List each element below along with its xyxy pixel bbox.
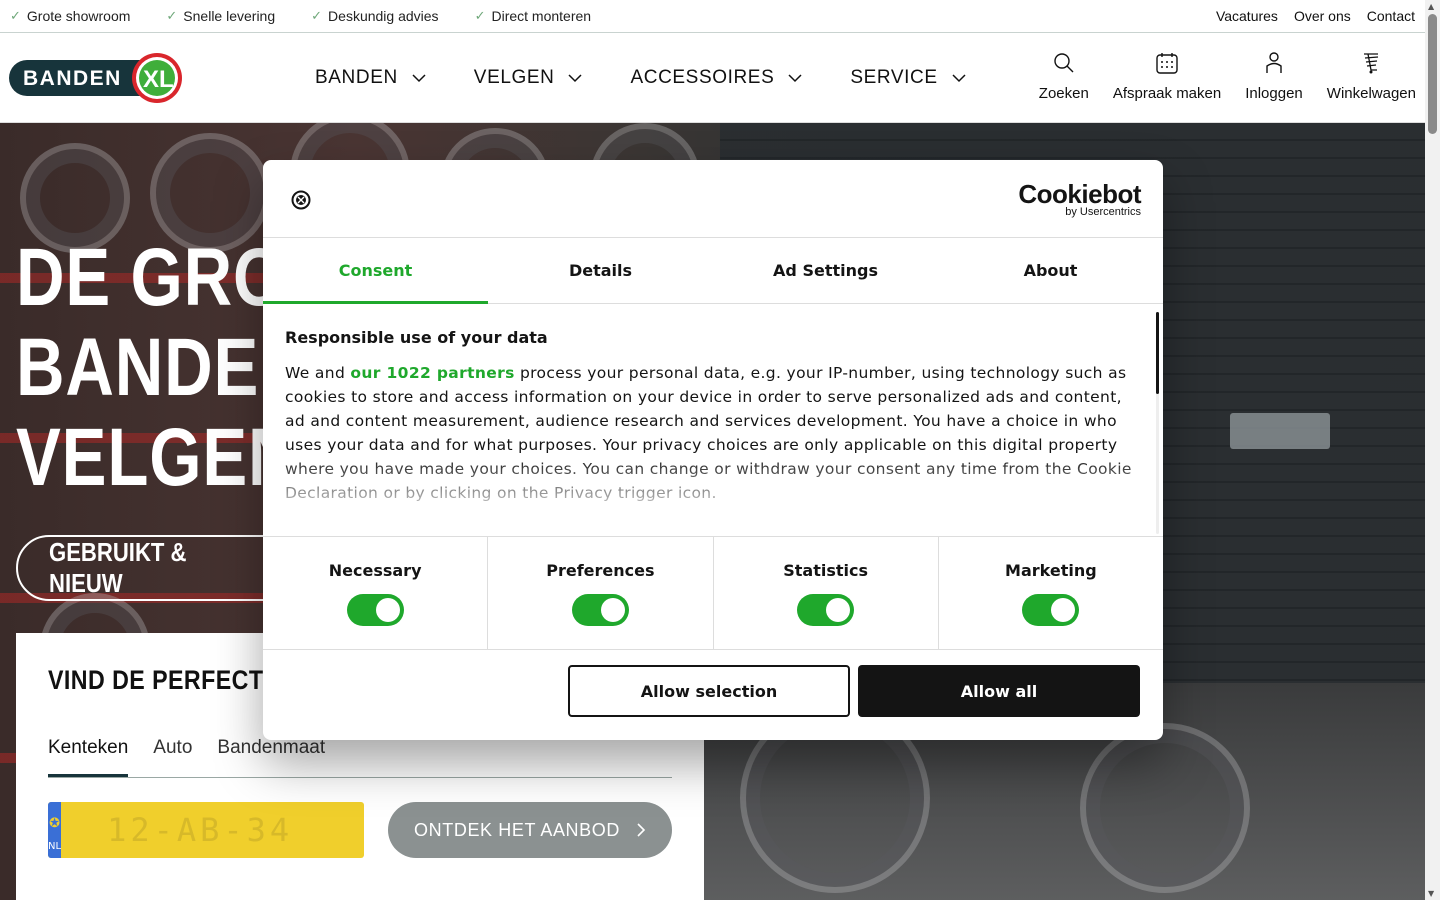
hero-title: DE GRO BANDE VELGEN xyxy=(16,232,298,503)
door-window xyxy=(1230,413,1330,449)
banden-xl-logo[interactable]: BANDEN XL xyxy=(9,52,185,104)
page-scrollbar-thumb[interactable] xyxy=(1428,14,1437,134)
chevron-down-icon xyxy=(788,73,802,82)
contact-link[interactable]: Contact xyxy=(1367,8,1415,24)
consent-body: Responsible use of your data We and our … xyxy=(263,304,1163,536)
tab-about[interactable]: About xyxy=(938,238,1163,303)
license-plate-input[interactable] xyxy=(61,802,364,858)
search-icon xyxy=(1054,53,1074,73)
nav-service[interactable]: SERVICE xyxy=(850,67,966,89)
usp-item: ✓ Snelle levering xyxy=(166,8,276,24)
discover-offer-button[interactable]: ONTDEK HET AANBOD xyxy=(388,802,672,858)
tab-details[interactable]: Details xyxy=(488,238,713,303)
scroll-up-icon[interactable]: ▲ xyxy=(1428,2,1434,11)
vacatures-link[interactable]: Vacatures xyxy=(1216,8,1278,24)
over-ons-link[interactable]: Over ons xyxy=(1294,8,1351,24)
necessary-switch[interactable] xyxy=(346,593,404,626)
tab-kenteken[interactable]: Kenteken xyxy=(48,737,129,777)
svg-text:XL: XL xyxy=(143,66,174,93)
dialog-header: Cookiebot by Usercentrics xyxy=(263,160,1163,238)
toggle-necessary: Necessary xyxy=(263,537,489,649)
license-plate-field[interactable]: ✪ NL xyxy=(48,802,364,858)
check-icon: ✓ xyxy=(474,8,486,23)
toggle-statistics: Statistics xyxy=(714,537,939,649)
consent-heading: Responsible use of your data xyxy=(285,328,548,347)
check-icon: ✓ xyxy=(311,8,323,23)
usp-item: ✓ Grote showroom xyxy=(10,8,131,24)
login-button[interactable]: Inloggen xyxy=(1245,51,1303,102)
dialog-actions: Allow selection Allow all xyxy=(568,665,1140,717)
usp-item: ✓ Direct monteren xyxy=(474,8,592,24)
top-bar: ✓ Grote showroom ✓ Snelle levering ✓ Deskun… xyxy=(0,0,1425,33)
calendar-icon xyxy=(1156,53,1178,74)
nav-banden[interactable]: BANDEN xyxy=(315,67,426,89)
body-scrollbar-thumb[interactable] xyxy=(1156,312,1159,394)
cart-button[interactable]: Winkelwagen xyxy=(1327,51,1416,102)
chevron-down-icon xyxy=(952,73,966,82)
preferences-switch[interactable] xyxy=(571,593,629,626)
appointment-button[interactable]: Afspraak maken xyxy=(1113,51,1221,102)
eu-stars-icon: ✪ xyxy=(49,816,60,831)
svg-text:BANDEN: BANDEN xyxy=(23,67,122,90)
chevron-down-icon xyxy=(568,73,583,82)
statistics-switch[interactable] xyxy=(797,593,855,626)
allow-all-button[interactable]: Allow all xyxy=(858,665,1140,717)
scroll-down-icon[interactable]: ▼ xyxy=(1428,889,1434,898)
main-nav: BANDEN VELGEN ACCESSOIRES SERVICE xyxy=(315,67,1014,89)
cookie-consent-dialog: Cookiebot by Usercentrics Consent Detail… xyxy=(263,160,1163,740)
tab-auto[interactable]: Auto xyxy=(153,737,192,777)
eu-band: ✪ NL xyxy=(48,802,62,858)
top-links: Vacatures Over ons Contact xyxy=(1216,8,1415,24)
marketing-switch[interactable] xyxy=(1022,593,1080,626)
allow-selection-button[interactable]: Allow selection xyxy=(568,665,850,717)
page-scrollbar[interactable]: ▲ ▼ xyxy=(1425,0,1440,900)
toggle-preferences: Preferences xyxy=(488,537,714,649)
header-tools: Zoeken Afspraak maken Inloggen Winkelwag… xyxy=(1039,51,1416,102)
tab-consent[interactable]: Consent xyxy=(263,238,488,304)
partners-link[interactable]: our 1022 partners xyxy=(350,364,514,382)
finder-tabs: Kenteken Auto Bandenmaat xyxy=(48,737,672,778)
nav-velgen[interactable]: VELGEN xyxy=(474,67,583,89)
cookiebot-logo: Cookiebot by Usercentrics xyxy=(1018,179,1141,218)
cart-icon xyxy=(1364,53,1379,74)
rim-decoration xyxy=(1080,723,1250,893)
tab-ad-settings[interactable]: Ad Settings xyxy=(713,238,938,303)
check-icon: ✓ xyxy=(10,8,21,23)
usp-item: ✓ Deskundig advies xyxy=(311,8,439,24)
check-icon: ✓ xyxy=(166,8,178,23)
user-icon xyxy=(1266,52,1282,73)
text-fade xyxy=(263,456,1153,536)
dialog-tabs: Consent Details Ad Settings About xyxy=(263,238,1163,304)
chevron-down-icon xyxy=(412,73,426,82)
nav-accessoires[interactable]: ACCESSOIRES xyxy=(630,67,802,89)
tab-bandenmaat[interactable]: Bandenmaat xyxy=(217,737,325,777)
chevron-right-icon xyxy=(637,823,646,837)
consent-toggles: Necessary Preferences Statistics Marketi… xyxy=(263,536,1163,650)
toggle-marketing: Marketing xyxy=(939,537,1163,649)
search-button[interactable]: Zoeken xyxy=(1039,51,1089,102)
site-header: BANDEN XL BANDEN VELGEN ACCESSOIRES SERV… xyxy=(0,33,1425,123)
privacy-trigger-icon[interactable] xyxy=(291,190,311,210)
